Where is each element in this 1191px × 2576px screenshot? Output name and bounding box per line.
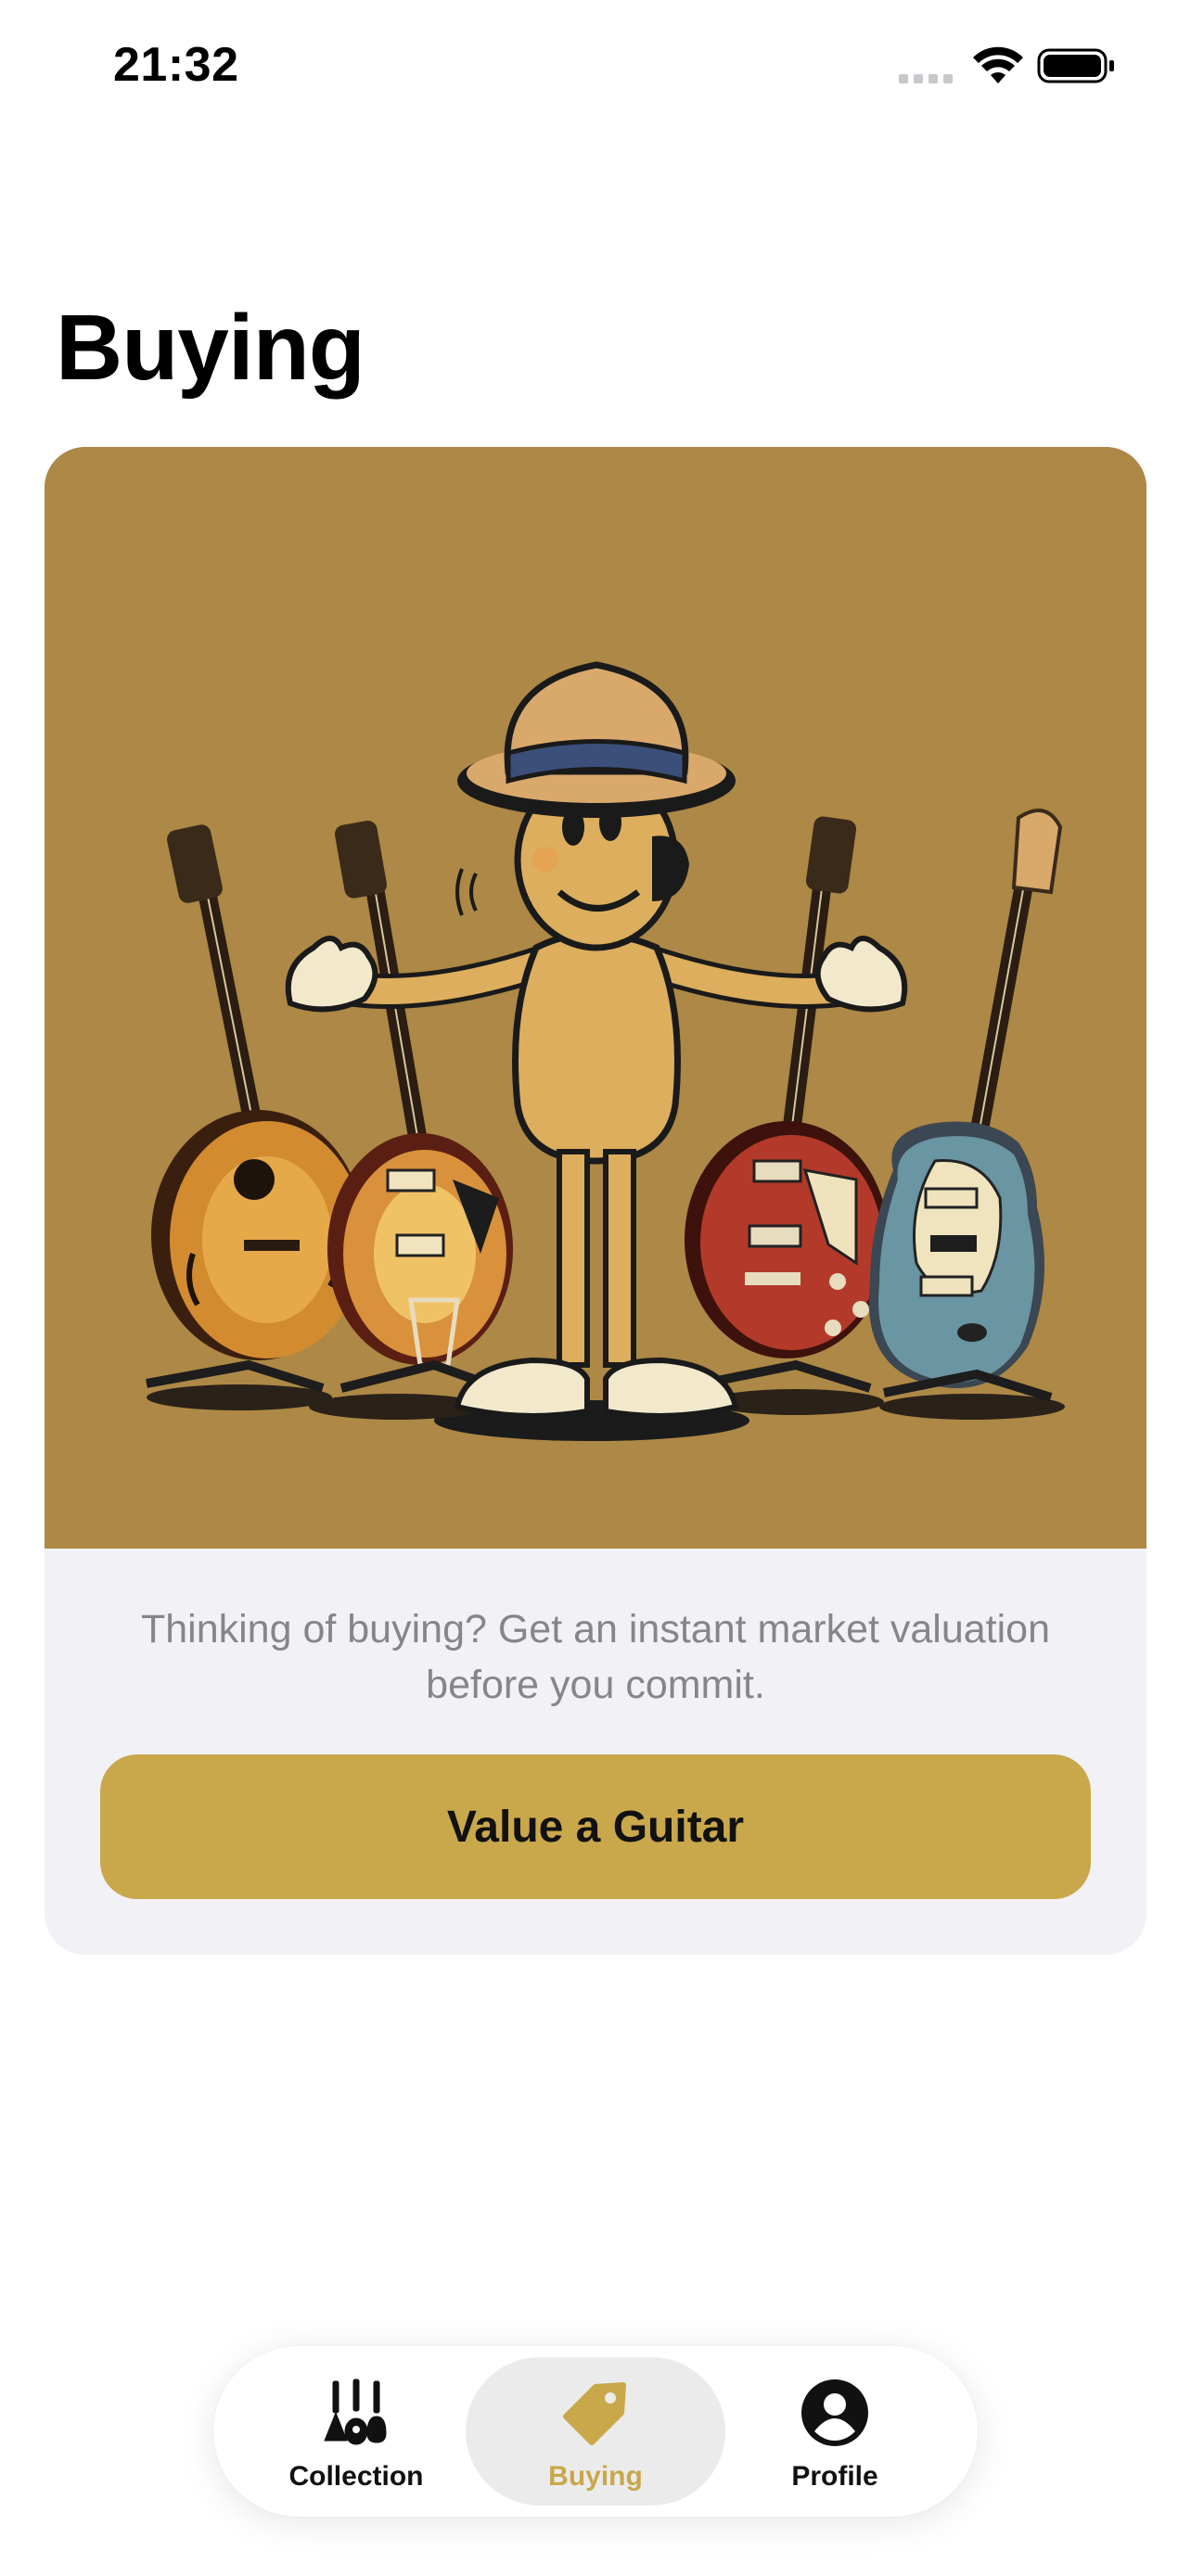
- price-tag-icon: [563, 2382, 626, 2445]
- cellular-signal-icon: [899, 74, 953, 83]
- battery-icon: [1037, 48, 1114, 83]
- tab-bar: Collection Buying Profile: [213, 2346, 978, 2517]
- tab-buying[interactable]: Buying: [466, 2357, 725, 2506]
- status-time: 21:32: [113, 38, 239, 92]
- status-bar: 21:32: [0, 0, 1191, 139]
- hero-illustration: [45, 447, 1146, 1549]
- tab-collection-label: Collection: [288, 2461, 424, 2492]
- tab-profile-label: Profile: [791, 2461, 878, 2492]
- page-title: Buying: [56, 296, 365, 400]
- value-guitar-button[interactable]: Value a Guitar: [100, 1754, 1091, 1899]
- wifi-icon: [973, 46, 1023, 83]
- salesman-with-guitars-illustration: [45, 447, 1146, 1549]
- tab-buying-label: Buying: [548, 2461, 643, 2492]
- tab-profile[interactable]: Profile: [705, 2357, 965, 2506]
- valuation-card: Thinking of buying? Get an instant marke…: [45, 447, 1146, 1955]
- valuation-description: Thinking of buying? Get an instant marke…: [140, 1607, 1050, 1707]
- guitars-icon: [324, 2378, 387, 2445]
- person-circle-icon: [801, 2379, 868, 2446]
- tab-collection[interactable]: Collection: [226, 2357, 486, 2506]
